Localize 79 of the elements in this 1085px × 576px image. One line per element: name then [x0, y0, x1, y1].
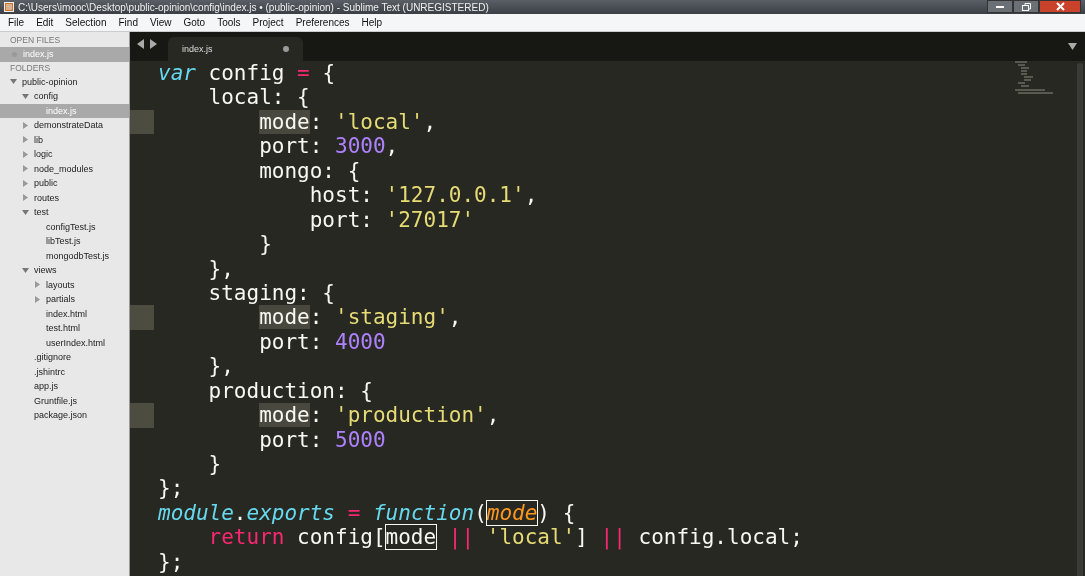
sidebar-entry[interactable]: mongodbTest.js [46, 248, 110, 263]
code-line: module.exports = function(mode) { [158, 500, 576, 526]
folder-entry[interactable]: routes [34, 190, 59, 205]
code-line: staging: { [207, 280, 335, 306]
sidebar-entry[interactable]: Gruntfile.js [34, 393, 77, 408]
right-arrow-icon[interactable] [149, 39, 158, 49]
code-line: port: 4000 [258, 329, 386, 355]
folder-entry[interactable]: public-opinion [22, 74, 78, 89]
code-line: }, [207, 256, 234, 281]
code-line: mode: 'production', [258, 403, 500, 428]
menu-item[interactable]: File [2, 17, 31, 28]
sidebar-entry[interactable]: configTest.js [46, 219, 96, 234]
code-line: local: { [207, 85, 310, 110]
collapsed-arrow-icon[interactable] [22, 150, 29, 158]
folder-entry[interactable]: layouts [46, 277, 75, 292]
collapsed-arrow-icon[interactable] [22, 179, 29, 187]
editor-tab[interactable]: index.js [168, 37, 303, 61]
collapsed-arrow-icon[interactable] [34, 281, 41, 289]
code-line: port: 5000 [258, 427, 386, 452]
menu-item[interactable]: Goto [177, 17, 212, 28]
sidebar-entry[interactable]: package.json [34, 408, 88, 423]
expanded-arrow-icon[interactable] [22, 92, 29, 100]
folder-entry[interactable]: demonstrateData [34, 118, 104, 133]
left-arrow-icon[interactable] [136, 39, 145, 49]
folder-entry[interactable]: partials [46, 292, 75, 307]
code-line: }; [158, 476, 184, 501]
collapsed-arrow-icon[interactable] [22, 121, 29, 129]
expanded-arrow-icon[interactable] [22, 266, 29, 274]
sidebar-entry[interactable]: .jshintrc [34, 364, 65, 379]
collapsed-arrow-icon[interactable] [22, 165, 29, 173]
menu-item[interactable]: Find [112, 17, 144, 28]
code-line: mode: 'staging', [258, 305, 462, 330]
code-line: } [258, 232, 272, 257]
close-button[interactable] [1039, 0, 1081, 13]
section-header: OPEN FILES [9, 34, 62, 47]
folder-entry[interactable]: logic [34, 147, 53, 162]
code-line: mode: 'local', [258, 109, 437, 135]
folder-entry[interactable]: node_modules [34, 161, 94, 176]
code-line: port: '27017' [308, 207, 475, 233]
code-line: }, [207, 354, 234, 379]
folder-entry[interactable]: test [34, 205, 49, 220]
app-icon [4, 2, 14, 12]
sidebar-entry[interactable]: libTest.js [46, 234, 81, 249]
code-line: host: '127.0.0.1', [308, 183, 538, 208]
collapsed-arrow-icon[interactable] [22, 194, 29, 202]
code-line: var config = { [158, 61, 336, 86]
menu-item[interactable]: Project [246, 17, 290, 28]
minimize-button[interactable] [987, 0, 1013, 13]
menu-item[interactable]: View [143, 17, 178, 28]
collapsed-arrow-icon[interactable] [34, 295, 41, 303]
menu-item[interactable]: Selection [59, 17, 113, 28]
dropdown-icon[interactable] [1068, 43, 1077, 50]
section-header: FOLDERS [9, 61, 52, 75]
close-icon [1055, 2, 1065, 11]
restore-icon [1021, 2, 1031, 11]
code-line: } [207, 452, 222, 477]
sidebar-entry[interactable]: app.js [34, 379, 59, 394]
folder-entry[interactable]: config [34, 89, 59, 104]
folder-entry[interactable]: views [34, 263, 57, 278]
collapsed-arrow-icon[interactable] [22, 136, 29, 144]
menu-item[interactable]: Preferences [289, 17, 356, 28]
folder-entry[interactable]: lib [34, 132, 43, 147]
expanded-arrow-icon[interactable] [22, 208, 29, 216]
sidebar-entry[interactable]: test.html [46, 321, 80, 336]
code-line: }; [158, 549, 184, 575]
expanded-arrow-icon[interactable] [10, 78, 17, 86]
sidebar-entry[interactable]: userIndex.html [46, 335, 106, 350]
code-line: port: 3000, [258, 134, 399, 159]
code-line: mongo: { [258, 158, 361, 184]
window-title: C:\Users\imooc\Desktop\public-opinion\config\index.js • (public-opinion) - Sublime Text (UNREGISTERED) [18, 1, 489, 13]
code-line: production: { [207, 378, 373, 404]
maximize-button[interactable] [1013, 0, 1039, 13]
menu-item[interactable]: Help [355, 17, 389, 28]
minimize-icon [996, 5, 1004, 8]
menu-item[interactable]: Edit [30, 17, 60, 28]
folder-entry[interactable]: public [34, 176, 58, 191]
sidebar-entry[interactable]: .gitignore [34, 350, 72, 365]
sidebar-entry[interactable]: index.html [46, 306, 88, 321]
menu-item[interactable]: Tools [211, 17, 247, 28]
